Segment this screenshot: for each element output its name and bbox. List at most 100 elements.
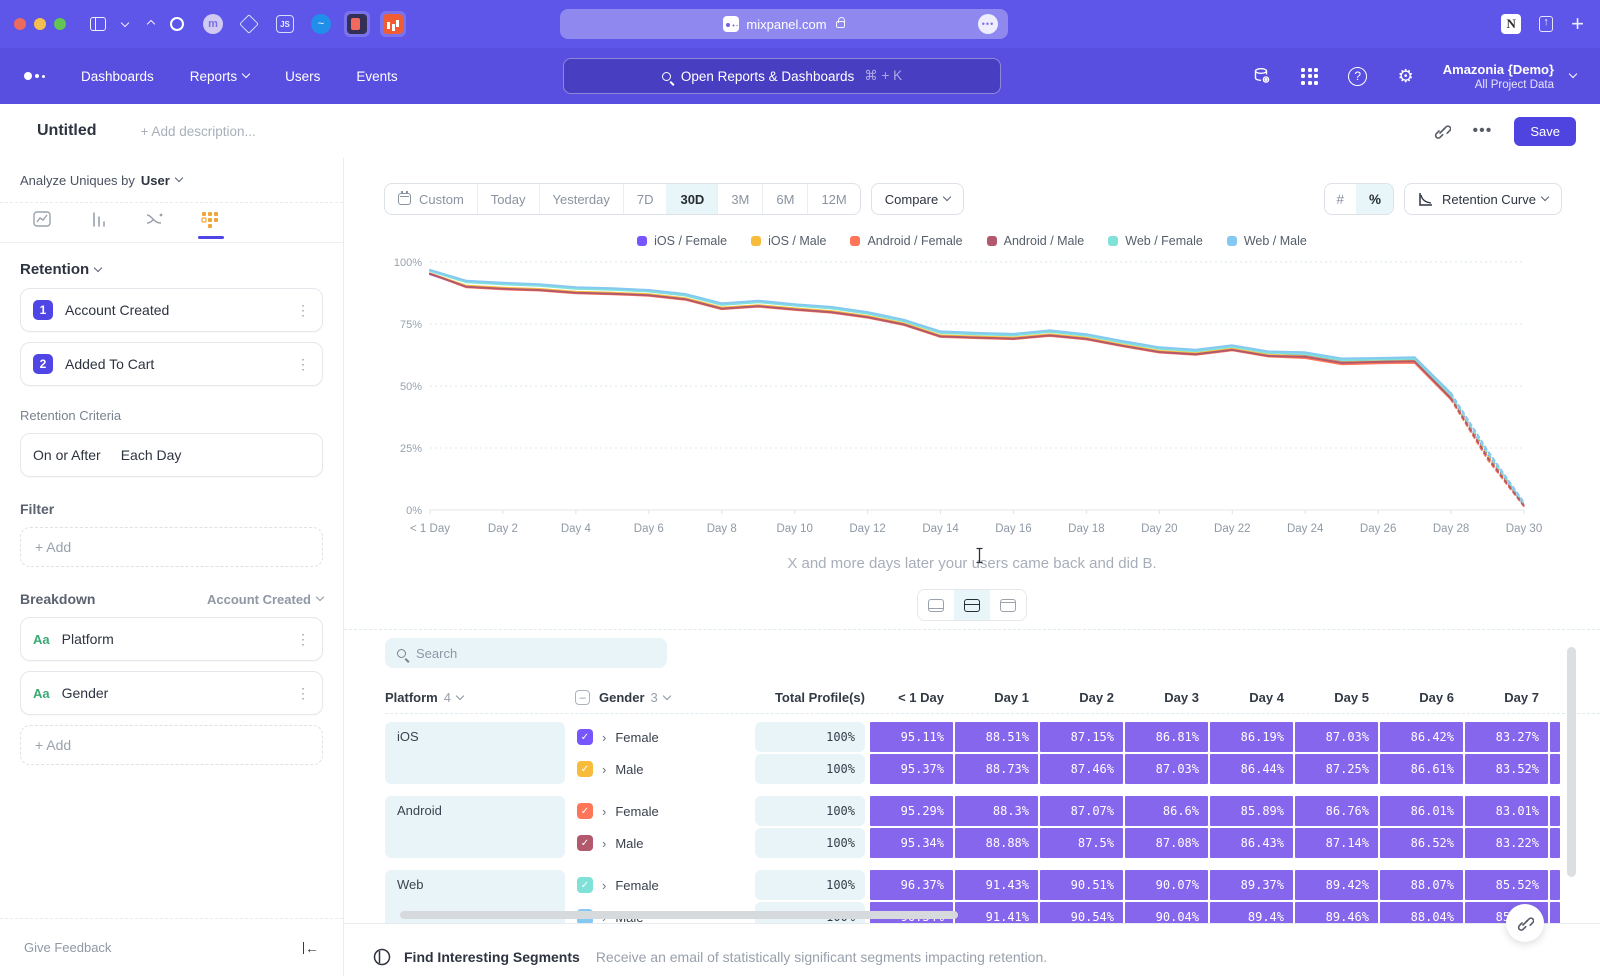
retention-value-cell[interactable]: 87.14% [1295, 828, 1378, 858]
series-checkbox[interactable]: ✓ [577, 835, 593, 851]
retention-value-cell[interactable]: 95.37% [870, 754, 953, 784]
notion-extension-icon[interactable]: N [1501, 14, 1521, 34]
retention-criteria-card[interactable]: On or After Each Day [20, 433, 323, 477]
platform-column-header[interactable]: Platform 4 [385, 690, 565, 705]
retention-section-header[interactable]: Retention [20, 261, 323, 278]
retention-chart[interactable]: 0%25%50%75%100%< 1 DayDay 2Day 4Day 6Day… [384, 252, 1600, 549]
retention-value-cell[interactable]: 89.37% [1210, 870, 1293, 900]
mixpanel-logo[interactable] [24, 72, 45, 80]
kebab-menu-icon[interactable]: ⋮ [296, 302, 310, 319]
kebab-menu-icon[interactable]: ⋮ [296, 356, 310, 373]
retention-value-cell[interactable]: 89.46% [1295, 902, 1378, 923]
analyze-uniques-row[interactable]: Analyze Uniques by User [0, 158, 343, 203]
kebab-menu-icon[interactable]: ⋮ [296, 685, 310, 702]
series-checkbox[interactable]: ✓ [577, 877, 593, 893]
retention-value-cell[interactable]: 86.44% [1210, 754, 1293, 784]
retention-value-cell[interactable]: 86.19% [1210, 722, 1293, 752]
retention-value-cell[interactable]: 88.73% [955, 754, 1038, 784]
retention-value-cell[interactable]: 88.51% [955, 722, 1038, 752]
gender-cell[interactable]: ✓›Male [575, 761, 745, 777]
retention-value-cell[interactable]: 88.04% [1380, 902, 1463, 923]
nav-item-dashboards[interactable]: Dashboards [81, 69, 154, 84]
table-search-input[interactable] [416, 646, 616, 661]
retention-value-cell[interactable]: 96.37% [870, 870, 953, 900]
tab-reader-icon[interactable] [344, 11, 370, 37]
breakdown-scope-selector[interactable]: Account Created [207, 592, 323, 607]
retention-value-cell[interactable]: 87.07% [1040, 796, 1123, 826]
more-options-button[interactable]: ••• [1473, 122, 1493, 140]
day-column-header[interactable]: Day 6 [1380, 690, 1465, 705]
kebab-menu-icon[interactable]: ⋮ [296, 631, 310, 648]
range-custom[interactable]: Custom [385, 184, 477, 214]
expand-chevron-icon[interactable]: › [602, 730, 606, 745]
retention-value-cell[interactable]: 95.29% [870, 796, 953, 826]
legend-item[interactable]: Web / Male [1227, 234, 1307, 248]
gender-column-header[interactable]: – Gender 3 [575, 690, 745, 705]
share-link-floating-button[interactable] [1506, 904, 1544, 942]
day-column-header[interactable]: Day 2 [1040, 690, 1125, 705]
retention-value-cell[interactable]: 89.42% [1295, 870, 1378, 900]
indeterminate-checkbox[interactable]: – [575, 690, 590, 705]
retention-value-cell[interactable]: 86.42% [1380, 722, 1463, 752]
retention-value-cell[interactable]: 87.03% [1125, 754, 1208, 784]
copy-link-icon[interactable] [1433, 122, 1451, 140]
retention-value-cell[interactable]: 87.46% [1040, 754, 1123, 784]
add-filter-button[interactable]: + Add [20, 527, 323, 567]
retention-value-cell[interactable]: 89.4% [1210, 902, 1293, 923]
range-3m[interactable]: 3M [717, 184, 762, 214]
give-feedback-link[interactable]: Give Feedback [24, 940, 111, 955]
day-column-header[interactable]: Day 1 [955, 690, 1040, 705]
retention-value-cell[interactable]: 90.04% [1125, 902, 1208, 923]
horizontal-scrollbar[interactable] [400, 911, 958, 919]
apps-grid-icon[interactable] [1299, 65, 1321, 87]
range-12m[interactable]: 12M [807, 184, 859, 214]
tab-flows[interactable] [140, 211, 170, 239]
retention-value-cell[interactable]: 86.76% [1295, 796, 1378, 826]
criteria-mode[interactable]: On or After [33, 447, 101, 463]
tab-bird-icon[interactable]: ~ [308, 11, 334, 37]
retention-value-cell[interactable]: 95.11% [870, 722, 953, 752]
expand-chevron-icon[interactable]: › [602, 836, 606, 851]
browser-sidebar-icon[interactable] [90, 17, 106, 31]
retention-value-cell[interactable]: 95.34% [870, 828, 953, 858]
collapse-sidebar-icon[interactable]: ← [303, 942, 319, 954]
retention-value-cell[interactable]: 91.43% [955, 870, 1038, 900]
series-checkbox[interactable]: ✓ [577, 729, 593, 745]
range-yesterday[interactable]: Yesterday [539, 184, 623, 214]
retention-value-cell[interactable]: 85.89% [1210, 796, 1293, 826]
day-column-header[interactable]: Day 3 [1125, 690, 1210, 705]
day-column-header[interactable]: Day 7 [1465, 690, 1550, 705]
retention-value-cell[interactable]: 88.07% [1380, 870, 1463, 900]
layout-split-button[interactable] [954, 590, 990, 620]
compare-button[interactable]: Compare [871, 183, 964, 215]
legend-item[interactable]: Android / Female [850, 234, 962, 248]
platform-cell[interactable]: Android [385, 796, 565, 858]
breakdown-card[interactable]: Aa Gender ⋮ [20, 671, 323, 715]
gender-cell[interactable]: ✓›Female [575, 729, 745, 745]
retention-value-cell[interactable]: 88.3% [955, 796, 1038, 826]
report-description-placeholder[interactable]: + Add description... [141, 124, 256, 139]
day-column-header[interactable]: Day 4 [1210, 690, 1295, 705]
url-bar[interactable]: mixpanel.com ••• [560, 9, 1008, 39]
retention-value-cell[interactable]: 87.15% [1040, 722, 1123, 752]
retention-value-cell[interactable]: 83.01% [1465, 796, 1548, 826]
close-window-button[interactable] [14, 18, 26, 30]
legend-item[interactable]: iOS / Male [751, 234, 826, 248]
retention-value-cell[interactable]: 86.61% [1380, 754, 1463, 784]
range-30d[interactable]: 30D [666, 184, 717, 214]
day-column-header[interactable]: < 1 Day [870, 690, 955, 705]
layout-table-only-button[interactable] [990, 590, 1026, 620]
tab-insights[interactable] [28, 211, 58, 239]
nav-item-users[interactable]: Users [285, 69, 320, 84]
tab-soundcloud-icon[interactable] [380, 11, 406, 37]
tab-js-icon[interactable]: JS [272, 11, 298, 37]
global-search[interactable]: Open Reports & Dashboards ⌘ + K [563, 58, 1001, 94]
range-today[interactable]: Today [477, 184, 539, 214]
minimize-window-button[interactable] [34, 18, 46, 30]
help-icon[interactable]: ? [1347, 65, 1369, 87]
account-switcher[interactable]: Amazonia {Demo} All Project Data [1443, 62, 1576, 91]
legend-item[interactable]: iOS / Female [637, 234, 727, 248]
vertical-scrollbar[interactable] [1567, 647, 1576, 877]
series-checkbox[interactable]: ✓ [577, 761, 593, 777]
retention-value-cell[interactable]: 85.52% [1465, 870, 1548, 900]
